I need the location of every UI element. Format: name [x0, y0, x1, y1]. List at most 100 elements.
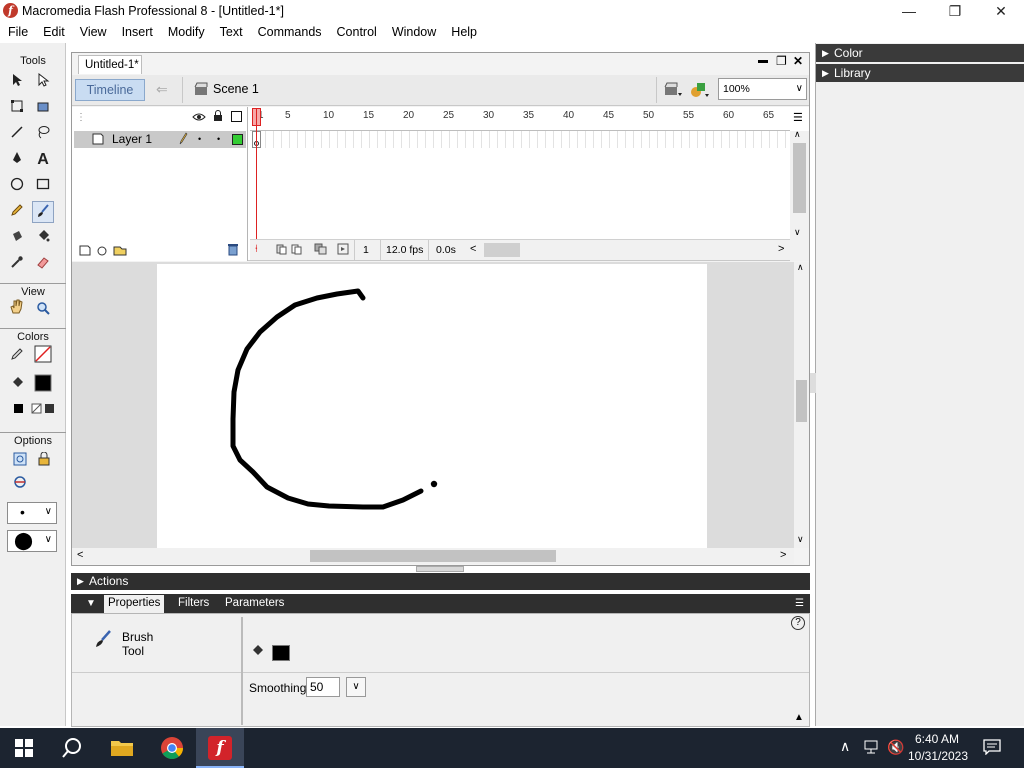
tab-properties[interactable]: Properties	[104, 595, 165, 613]
smoothing-dropdown-button[interactable]: ∨	[346, 677, 366, 697]
arrow-tool-icon[interactable]	[6, 71, 28, 93]
tab-parameters[interactable]: Parameters	[221, 595, 288, 613]
ink-bottle-tool-icon[interactable]	[6, 227, 28, 249]
lock-fill-icon[interactable]	[33, 450, 55, 472]
clock-time[interactable]: 6:40 AM	[909, 732, 965, 746]
collapse-arrow-icon[interactable]: ▼	[86, 594, 96, 613]
menu-insert[interactable]: Insert	[114, 23, 160, 43]
smoothing-input[interactable]	[306, 677, 340, 697]
tab-filters[interactable]: Filters	[174, 595, 213, 613]
panel-resize-handle[interactable]	[416, 566, 464, 572]
dock-collapse-handle[interactable]	[810, 373, 816, 393]
stage-canvas[interactable]	[157, 264, 707, 548]
menu-text[interactable]: Text	[212, 23, 250, 43]
chevron-up-icon[interactable]: ∧	[840, 738, 850, 755]
trash-icon[interactable]	[227, 243, 239, 259]
menu-modify[interactable]: Modify	[160, 23, 212, 43]
doc-close-button[interactable]: ✕	[793, 54, 803, 68]
eyedropper-tool-icon[interactable]	[6, 253, 28, 275]
swap-colors-icons[interactable]	[2, 400, 62, 422]
volume-muted-icon[interactable]: 🔇	[887, 739, 904, 756]
file-explorer-icon[interactable]	[98, 728, 146, 768]
free-transform-tool-icon[interactable]	[6, 97, 28, 119]
panel-menu-icon[interactable]: ☰	[795, 594, 804, 613]
timeline-vertical-scrollbar[interactable]: ∧ ∨	[790, 129, 809, 261]
back-arrow-icon[interactable]: ⇐	[156, 81, 168, 98]
stage-horizontal-scrollbar[interactable]: < >	[72, 548, 794, 564]
color-panel-header[interactable]: ▶ Color	[816, 44, 1024, 62]
chrome-icon[interactable]	[148, 728, 196, 768]
paint-bucket-tool-icon[interactable]	[32, 227, 54, 249]
layer-color-swatch[interactable]	[232, 134, 243, 145]
hand-tool-icon[interactable]	[6, 299, 28, 321]
edit-multiple-frames-icon[interactable]	[314, 243, 328, 258]
clock-date[interactable]: 10/31/2023	[907, 749, 969, 763]
onion-skin-icon[interactable]	[276, 243, 306, 258]
stage-vertical-scrollbar[interactable]: ∧ ∨	[794, 262, 809, 548]
menu-help[interactable]: Help	[443, 23, 484, 43]
pen-tool-icon[interactable]	[6, 149, 28, 171]
menu-file[interactable]: File	[0, 23, 35, 43]
lock-icon[interactable]	[213, 110, 223, 125]
rectangle-tool-icon[interactable]	[32, 175, 54, 197]
edit-scene-icon[interactable]	[664, 82, 682, 101]
doc-minimize-button[interactable]: ▬	[758, 55, 768, 66]
windows-start-icon[interactable]	[0, 728, 48, 768]
fill-color-icon[interactable]	[6, 374, 28, 396]
stroke-color-icon[interactable]	[6, 345, 28, 367]
minimize-button[interactable]: —	[886, 0, 932, 23]
timeline-hscroll-thumb[interactable]	[484, 243, 520, 257]
insert-layer-icon[interactable]	[78, 243, 130, 260]
frame-cells[interactable]	[250, 131, 790, 148]
menu-window[interactable]: Window	[384, 23, 443, 43]
brush-mode-icon[interactable]	[9, 450, 31, 472]
zoom-tool-icon[interactable]	[32, 299, 54, 321]
brush-size-dropdown[interactable]: • ∨	[7, 502, 57, 524]
subselect-tool-icon[interactable]	[32, 71, 54, 93]
line-tool-icon[interactable]	[6, 123, 28, 145]
lasso-tool-icon[interactable]	[32, 123, 54, 145]
network-icon[interactable]	[864, 740, 880, 757]
timeline-toggle-button[interactable]: Timeline	[75, 79, 145, 101]
lock-dot[interactable]: •	[217, 131, 220, 148]
fill-transform-tool-icon[interactable]	[32, 97, 54, 119]
help-icon[interactable]: ?	[791, 616, 805, 630]
stroke-color-swatch[interactable]	[32, 345, 54, 367]
fill-color-swatch[interactable]	[272, 645, 290, 661]
stage-workspace[interactable]	[72, 262, 794, 548]
zoom-select[interactable]: 100% ∨	[718, 78, 807, 100]
brush-shape-dropdown[interactable]: ⬤ ∨	[7, 530, 57, 552]
fill-color-swatch[interactable]	[32, 374, 54, 396]
search-icon[interactable]	[48, 728, 96, 768]
scroll-right-icon[interactable]: >	[778, 243, 784, 255]
outline-icon[interactable]	[231, 111, 242, 122]
expand-up-icon[interactable]: ▲	[794, 712, 804, 723]
notifications-icon[interactable]	[983, 739, 1001, 758]
menu-view[interactable]: View	[72, 23, 114, 43]
text-tool-icon[interactable]: A	[32, 149, 54, 171]
eye-icon[interactable]	[192, 111, 206, 125]
flash-taskbar-button[interactable]: f	[196, 728, 244, 768]
doc-restore-button[interactable]: ❐	[776, 54, 787, 68]
library-panel-header[interactable]: ▶ Library	[816, 64, 1024, 82]
menu-edit[interactable]: Edit	[35, 23, 72, 43]
oval-tool-icon[interactable]	[6, 175, 28, 197]
modify-onion-markers-icon[interactable]	[336, 243, 350, 258]
menu-commands[interactable]: Commands	[250, 23, 329, 43]
pencil-tool-icon[interactable]	[6, 201, 28, 223]
timeline-menu-icon[interactable]: ☰	[793, 111, 803, 124]
edit-symbols-icon[interactable]	[690, 81, 710, 102]
center-frame-icon[interactable]: ⍿	[255, 243, 258, 256]
eraser-tool-icon[interactable]	[32, 253, 54, 275]
menu-control[interactable]: Control	[329, 23, 384, 43]
frame-ruler[interactable]: 1 5 10 15 20 25 30 35 40 45 50 55 60 65	[250, 107, 790, 131]
close-button[interactable]: ✕	[978, 0, 1024, 23]
brush-tool-icon[interactable]	[32, 201, 54, 223]
maximize-button[interactable]: ❐	[932, 0, 978, 23]
brush-pressure-icon[interactable]	[9, 473, 31, 495]
document-tab[interactable]: Untitled-1*	[78, 55, 142, 74]
visibility-dot[interactable]: •	[198, 131, 201, 148]
actions-panel-header[interactable]: ▶ Actions	[71, 573, 810, 590]
scroll-left-icon[interactable]: <	[470, 243, 476, 255]
layer-row[interactable]: Layer 1 • •	[74, 131, 246, 148]
